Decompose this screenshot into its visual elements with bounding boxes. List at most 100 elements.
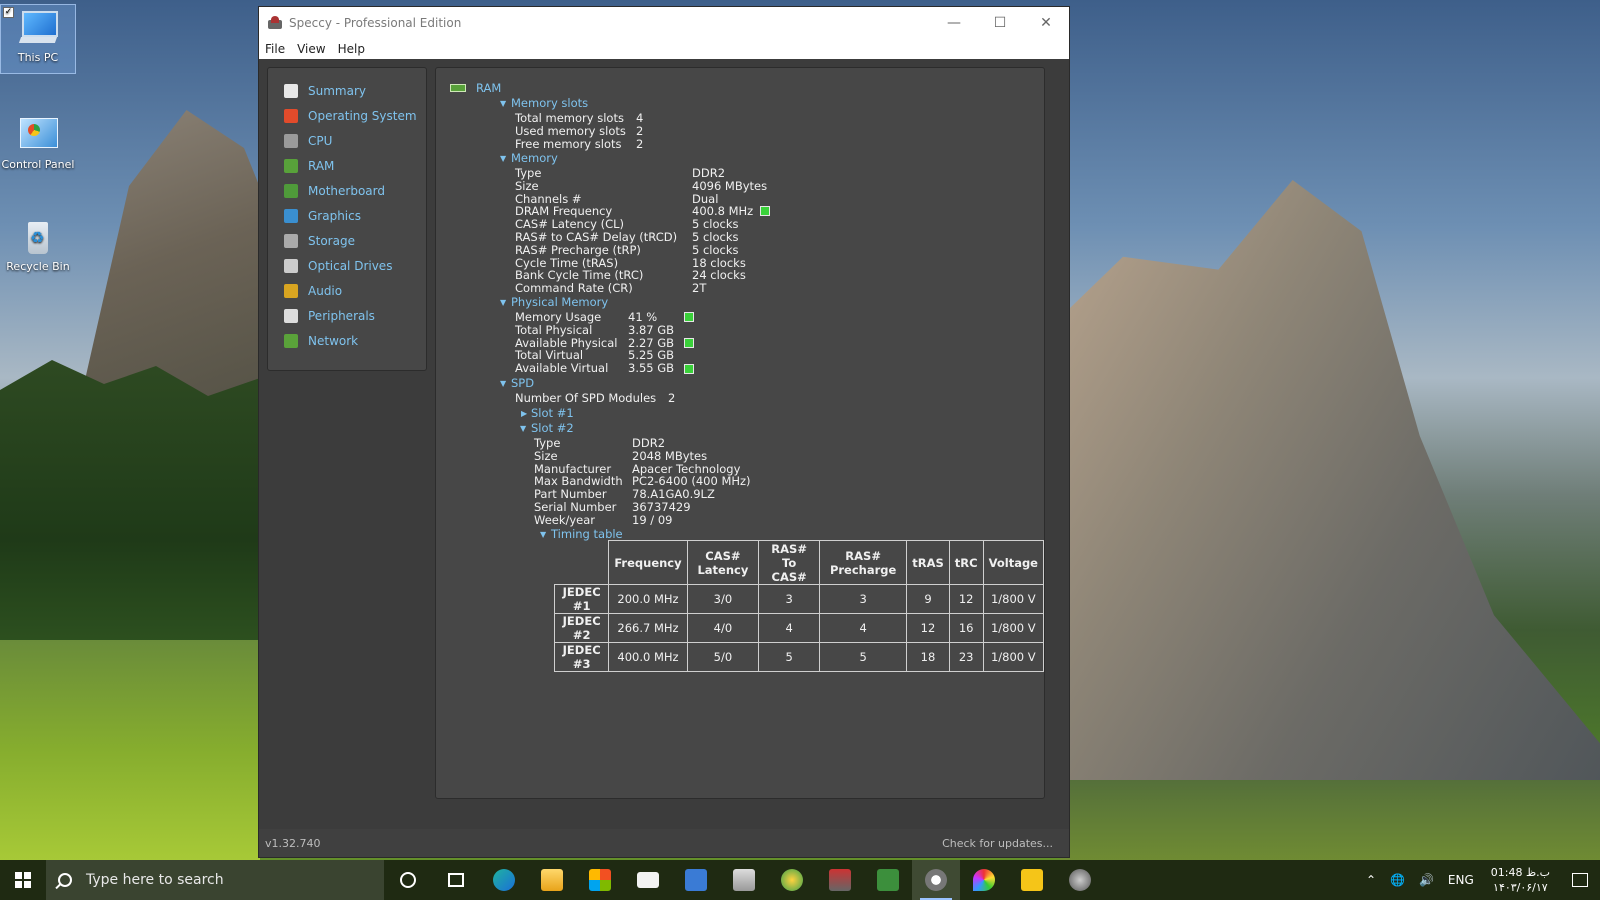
- taskbar-app-ball[interactable]: [768, 860, 816, 900]
- content-area: Summary Operating System CPU RAM Motherboard…: [259, 59, 1069, 829]
- disc-icon: [284, 258, 298, 273]
- check-updates-link[interactable]: Check for updates...: [942, 837, 1053, 850]
- start-button[interactable]: [0, 860, 46, 900]
- desktop-icon-recycle-bin[interactable]: Recycle Bin: [0, 214, 76, 273]
- sidebar-item-label: Peripherals: [308, 308, 375, 323]
- speccy-window: Speccy - Professional Edition — ☐ ✕ File…: [258, 6, 1070, 858]
- menu-file[interactable]: File: [265, 42, 285, 56]
- minimize-button[interactable]: —: [931, 7, 977, 39]
- cpu-icon: [284, 133, 298, 148]
- speaker-icon: [284, 283, 298, 298]
- desktop-icon-control-panel[interactable]: Control Panel: [0, 112, 76, 171]
- chevron-up-icon[interactable]: ⌃: [1366, 873, 1376, 887]
- globe-icon[interactable]: 🌐: [1390, 873, 1405, 887]
- timing-cell: 23: [948, 642, 984, 672]
- timing-header-cell: RAS# Precharge: [819, 540, 908, 585]
- section-spd[interactable]: SPD: [511, 377, 534, 390]
- timing-cell: 3/0: [686, 584, 760, 614]
- property-label: Available Virtual: [515, 361, 609, 376]
- spd-slot-1[interactable]: Slot #1: [531, 407, 574, 420]
- taskbar-hardware-app[interactable]: [864, 860, 912, 900]
- sidebar-item-peripherals[interactable]: Peripherals: [268, 303, 426, 328]
- taskbar-speccy[interactable]: [912, 860, 960, 900]
- timing-cell: 4: [758, 613, 821, 643]
- table-row: JEDEC #3 400.0 MHz 5/0 5 5 18 23 1/800 V: [553, 642, 1044, 672]
- sidebar-item-label: Graphics: [308, 208, 361, 223]
- timing-row-header: JEDEC #3: [553, 642, 610, 672]
- checkbox-icon[interactable]: ✓: [3, 7, 14, 18]
- taskbar-search[interactable]: Type here to search: [46, 860, 384, 900]
- sidebar-item-audio[interactable]: Audio: [268, 278, 426, 303]
- cortana-button[interactable]: [384, 860, 432, 900]
- summary-icon: [284, 83, 298, 98]
- maximize-button[interactable]: ☐: [977, 7, 1023, 39]
- timing-cell: 1/800 V: [982, 613, 1044, 643]
- sidebar-item-operating-system[interactable]: Operating System: [268, 103, 426, 128]
- sidebar-item-network[interactable]: Network: [268, 328, 426, 353]
- section-memory-slots[interactable]: Memory slots: [511, 97, 588, 110]
- menu-help[interactable]: Help: [338, 42, 365, 56]
- sidebar-item-summary[interactable]: Summary: [268, 78, 426, 103]
- status-bar: v1.32.740 Check for updates...: [259, 829, 1069, 857]
- sidebar-item-label: Motherboard: [308, 183, 385, 198]
- timing-header-cell: CAS# Latency: [686, 540, 760, 585]
- spd-slot-2[interactable]: Slot #2: [531, 422, 574, 435]
- taskbar-file-explorer[interactable]: [528, 860, 576, 900]
- task-view-button[interactable]: [432, 860, 480, 900]
- property-value: 2: [636, 123, 644, 138]
- property-value: 2048 MBytes: [632, 448, 708, 463]
- sidebar-item-ram[interactable]: RAM: [268, 153, 426, 178]
- sidebar-item-storage[interactable]: Storage: [268, 228, 426, 253]
- taskbar-misc-app[interactable]: [1056, 860, 1104, 900]
- collapse-arrow-icon[interactable]: ▼: [520, 424, 526, 433]
- taskbar-disk-tool[interactable]: [720, 860, 768, 900]
- taskbar-tool-app[interactable]: [816, 860, 864, 900]
- available-physical-indicator: [684, 338, 694, 348]
- timing-cell: 9: [906, 584, 950, 614]
- task-view-icon: [448, 873, 464, 887]
- language-indicator[interactable]: ENG: [1448, 873, 1474, 887]
- sidebar-item-motherboard[interactable]: Motherboard: [268, 178, 426, 203]
- collapse-arrow-icon[interactable]: ▼: [500, 298, 506, 307]
- clock[interactable]: 01:48 ب.ظ ۱۴۰۳/۰۶/۱۷: [1491, 865, 1550, 895]
- sidebar-item-graphics[interactable]: Graphics: [268, 203, 426, 228]
- timing-cell: 12: [906, 613, 950, 643]
- clock-date: ۱۴۰۳/۰۶/۱۷: [1493, 881, 1548, 894]
- expand-arrow-icon[interactable]: ▶: [521, 409, 527, 418]
- desktop-icon-this-pc[interactable]: ✓ This PC: [0, 4, 76, 74]
- wallpaper-mountain-right: [1070, 180, 1600, 820]
- collapse-arrow-icon[interactable]: ▼: [500, 379, 506, 388]
- collapse-arrow-icon[interactable]: ▼: [540, 530, 546, 539]
- close-button[interactable]: ✕: [1023, 7, 1069, 39]
- taskbar-paint-app[interactable]: [960, 860, 1008, 900]
- desktop-icon-label: This PC: [17, 51, 59, 64]
- menu-view[interactable]: View: [297, 42, 325, 56]
- collapse-arrow-icon[interactable]: ▼: [500, 99, 506, 108]
- volume-icon[interactable]: 🔊: [1419, 873, 1434, 887]
- notification-center-button[interactable]: [1560, 860, 1600, 900]
- timing-cell: 16: [948, 613, 984, 643]
- ram-heading: RAM: [476, 81, 502, 95]
- search-placeholder: Type here to search: [86, 872, 224, 888]
- taskbar-player[interactable]: [1008, 860, 1056, 900]
- taskbar-store[interactable]: [576, 860, 624, 900]
- section-physical-memory[interactable]: Physical Memory: [511, 296, 608, 309]
- globe-app-icon: [781, 869, 803, 891]
- sidebar-item-cpu[interactable]: CPU: [268, 128, 426, 153]
- timing-cell: 5/0: [686, 642, 760, 672]
- timing-cell: 400.0 MHz: [608, 642, 688, 672]
- ram-details-panel[interactable]: RAM ▼ Memory slots Total memory slots 4 Us…: [435, 67, 1045, 799]
- property-label: Total Physical: [515, 322, 593, 337]
- sidebar-item-label: Summary: [308, 83, 366, 98]
- collapse-arrow-icon[interactable]: ▼: [500, 154, 506, 163]
- sidebar-item-optical-drives[interactable]: Optical Drives: [268, 253, 426, 278]
- property-label: Command Rate (CR): [515, 281, 633, 296]
- spd-modules-label: Number Of SPD Modules: [515, 391, 657, 405]
- timing-cell: 266.7 MHz: [608, 613, 688, 643]
- timing-cell: 1/800 V: [982, 584, 1044, 614]
- taskbar-edge[interactable]: [480, 860, 528, 900]
- taskbar-calculator[interactable]: [672, 860, 720, 900]
- taskbar-mail[interactable]: [624, 860, 672, 900]
- section-memory[interactable]: Memory: [511, 152, 558, 165]
- title-bar[interactable]: Speccy - Professional Edition — ☐ ✕: [259, 7, 1069, 39]
